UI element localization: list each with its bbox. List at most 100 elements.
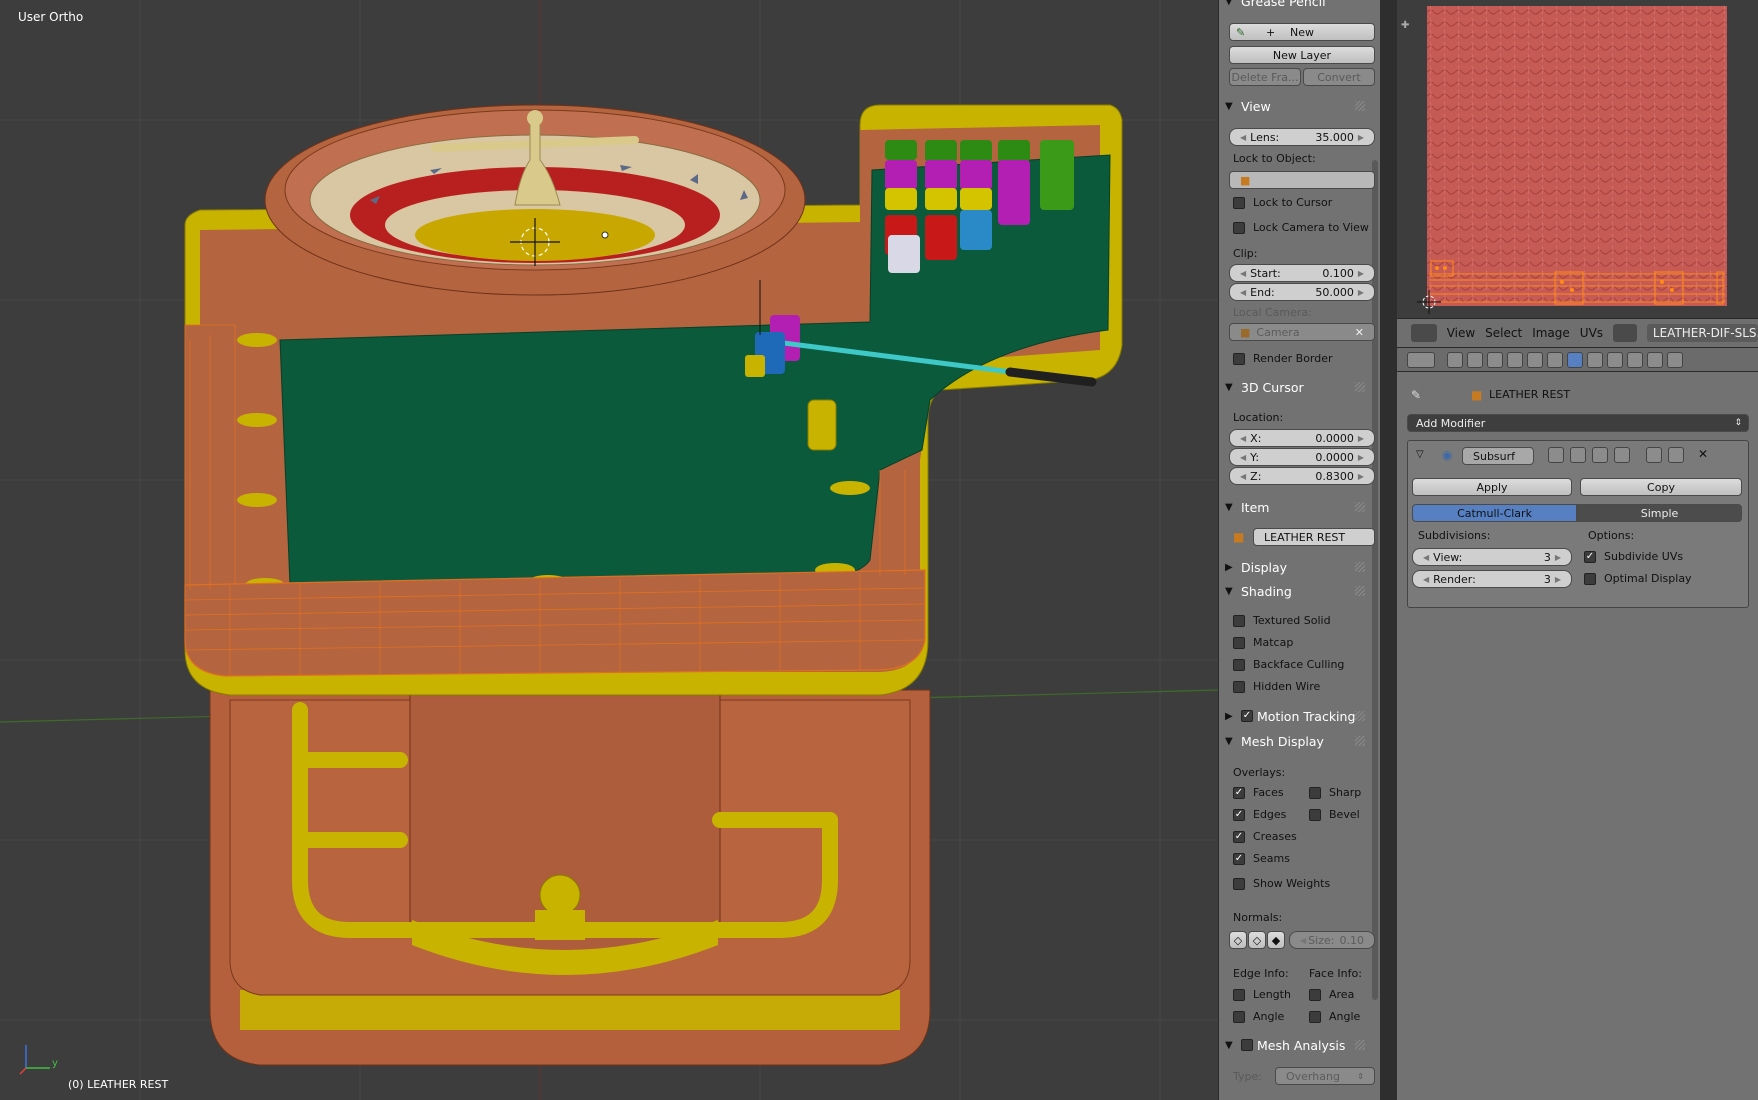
- scene-tab-icon[interactable]: [1487, 352, 1503, 368]
- copy-button[interactable]: Copy: [1580, 478, 1742, 496]
- hidden-wire-checkbox[interactable]: Hidden Wire: [1233, 680, 1320, 693]
- creases-checkbox[interactable]: ✓ Creases: [1233, 830, 1297, 843]
- new-layer-button[interactable]: New Layer: [1229, 46, 1375, 64]
- menu-uvs[interactable]: UVs: [1580, 326, 1603, 340]
- constraints-tab-icon[interactable]: [1547, 352, 1563, 368]
- move-down-icon[interactable]: [1668, 447, 1684, 463]
- shading-panel-header[interactable]: ▼ Shading: [1225, 580, 1367, 602]
- mesh-analysis-header[interactable]: ▼ Mesh Analysis: [1225, 1034, 1367, 1056]
- simple-toggle[interactable]: Simple: [1577, 504, 1742, 522]
- bevel-checkbox[interactable]: Bevel: [1309, 808, 1360, 821]
- cursor-y-field[interactable]: ◀ Y: 0.0000 ▶: [1229, 448, 1375, 466]
- lens-field[interactable]: ◀ Lens: 35.000 ▶: [1229, 128, 1375, 146]
- 3d-viewport[interactable]: User Ortho y (0) LEATHER REST: [0, 0, 1218, 1100]
- collapse-triangle-icon[interactable]: ▽: [1416, 449, 1424, 460]
- item-name-field[interactable]: LEATHER REST: [1253, 528, 1375, 546]
- item-panel-header[interactable]: ▼ Item: [1225, 496, 1367, 518]
- drag-grip-icon[interactable]: [1355, 736, 1365, 746]
- motion-tracking-header[interactable]: ▶ ✓ Motion Tracking: [1225, 705, 1367, 727]
- modifier-viewport-eye-icon[interactable]: [1570, 447, 1586, 463]
- object-tab-icon[interactable]: [1527, 352, 1543, 368]
- analysis-type-dropdown[interactable]: Overhang ⇕: [1275, 1067, 1375, 1085]
- menu-image[interactable]: Image: [1532, 326, 1570, 340]
- cursor-z-field[interactable]: ◀ Z: 0.8300 ▶: [1229, 467, 1375, 485]
- render-border-checkbox[interactable]: Render Border: [1233, 352, 1333, 365]
- subdiv-render-field[interactable]: ◀ Render: 3 ▶: [1412, 570, 1572, 588]
- show-weights-checkbox[interactable]: Show Weights: [1233, 877, 1330, 890]
- drag-grip-icon[interactable]: [1355, 586, 1365, 596]
- modifier-name-field[interactable]: Subsurf: [1462, 447, 1534, 465]
- cursor-x-field[interactable]: ◀ X: 0.0000 ▶: [1229, 429, 1375, 447]
- drag-grip-icon[interactable]: [1355, 101, 1365, 111]
- face-area-checkbox[interactable]: Area: [1309, 988, 1354, 1001]
- loop-normals-icon[interactable]: ◇: [1248, 931, 1266, 949]
- modifier-render-icon[interactable]: [1548, 447, 1564, 463]
- physics-tab-icon[interactable]: [1667, 352, 1683, 368]
- subdiv-view-field[interactable]: ◀ View: 3 ▶: [1412, 548, 1572, 566]
- drag-grip-icon[interactable]: [1355, 562, 1365, 572]
- clip-start-field[interactable]: ◀ Start: 0.100 ▶: [1229, 264, 1375, 282]
- optimal-display-checkbox[interactable]: Optimal Display: [1584, 572, 1692, 585]
- motion-tracking-checkbox[interactable]: ✓: [1241, 710, 1253, 722]
- convert-button[interactable]: Convert: [1303, 68, 1375, 86]
- modifier-editmode-icon[interactable]: [1592, 447, 1608, 463]
- menu-view[interactable]: View: [1447, 326, 1475, 340]
- drag-grip-icon[interactable]: [1355, 382, 1365, 392]
- faces-checkbox[interactable]: ✓ Faces: [1233, 786, 1284, 799]
- grease-pencil-header[interactable]: ▼ Grease Pencil: [1225, 0, 1367, 12]
- drag-grip-icon[interactable]: [1355, 502, 1365, 512]
- modifier-cage-icon[interactable]: [1614, 447, 1630, 463]
- move-up-icon[interactable]: [1646, 447, 1662, 463]
- corner-plus-icon[interactable]: ✚: [1401, 20, 1409, 31]
- backface-culling-checkbox[interactable]: Backface Culling: [1233, 658, 1344, 671]
- mesh-display-header[interactable]: ▼ Mesh Display: [1225, 730, 1367, 752]
- apply-button[interactable]: Apply: [1412, 478, 1572, 496]
- leather-texture-image[interactable]: [1427, 6, 1727, 306]
- modifiers-wrench-icon[interactable]: [1567, 352, 1583, 368]
- world-tab-icon[interactable]: [1507, 352, 1523, 368]
- editor-type-icon[interactable]: [1407, 352, 1435, 368]
- matcap-checkbox[interactable]: Matcap: [1233, 636, 1293, 649]
- mesh-analysis-checkbox[interactable]: [1241, 1039, 1253, 1051]
- display-panel-header[interactable]: ▶ Display: [1225, 556, 1367, 578]
- add-modifier-dropdown[interactable]: Add Modifier ⇕: [1407, 414, 1749, 432]
- lock-object-field[interactable]: ■: [1229, 171, 1375, 189]
- render-layers-tab-icon[interactable]: [1467, 352, 1483, 368]
- texture-tab-icon[interactable]: [1627, 352, 1643, 368]
- edges-checkbox[interactable]: ✓ Edges: [1233, 808, 1286, 821]
- data-tab-icon[interactable]: [1587, 352, 1603, 368]
- subdivide-uvs-checkbox[interactable]: ✓ Subdivide UVs: [1584, 550, 1683, 563]
- edge-angle-checkbox[interactable]: Angle: [1233, 1010, 1284, 1023]
- uv-image-editor[interactable]: ✚: [1397, 0, 1758, 318]
- material-tab-icon[interactable]: [1607, 352, 1623, 368]
- close-icon[interactable]: ✕: [1698, 447, 1708, 461]
- clip-end-field[interactable]: ◀ End: 50.000 ▶: [1229, 283, 1375, 301]
- pin-icon[interactable]: ✎: [1411, 388, 1421, 402]
- view-panel-header[interactable]: ▼ View: [1225, 95, 1367, 117]
- menu-select[interactable]: Select: [1485, 326, 1522, 340]
- seams-checkbox[interactable]: ✓ Seams: [1233, 852, 1290, 865]
- face-angle-checkbox[interactable]: Angle: [1309, 1010, 1360, 1023]
- image-browse-icon[interactable]: [1613, 324, 1637, 342]
- area-divider[interactable]: [1380, 0, 1397, 1100]
- textured-solid-checkbox[interactable]: Textured Solid: [1233, 614, 1331, 627]
- properties-sidebar[interactable]: ▼ Grease Pencil ✎ + New New Layer Delete…: [1218, 0, 1380, 1100]
- lock-camera-checkbox[interactable]: Lock Camera to View: [1233, 221, 1369, 234]
- grease-pencil-new-button[interactable]: ✎ + New: [1229, 23, 1375, 41]
- catmull-clark-toggle[interactable]: Catmull-Clark: [1412, 504, 1577, 522]
- clear-x-icon[interactable]: ✕: [1355, 326, 1364, 339]
- normals-size-field[interactable]: ◀ Size: 0.10: [1289, 931, 1375, 949]
- face-normals-icon[interactable]: ◆: [1267, 931, 1285, 949]
- cursor-panel-header[interactable]: ▼ 3D Cursor: [1225, 376, 1367, 398]
- editor-type-icon[interactable]: [1411, 324, 1437, 342]
- vertex-normals-icon[interactable]: ◇: [1229, 931, 1247, 949]
- lock-to-cursor-checkbox[interactable]: Lock to Cursor: [1233, 196, 1332, 209]
- edge-length-checkbox[interactable]: Length: [1233, 988, 1291, 1001]
- delete-frame-button[interactable]: Delete Fra...: [1229, 68, 1301, 86]
- roulette-table-model[interactable]: [0, 0, 1218, 1100]
- drag-grip-icon[interactable]: [1355, 711, 1365, 721]
- drag-grip-icon[interactable]: [1355, 1040, 1365, 1050]
- render-tab-icon[interactable]: [1447, 352, 1463, 368]
- particles-tab-icon[interactable]: [1647, 352, 1663, 368]
- local-camera-field[interactable]: ■ Camera ✕: [1229, 323, 1375, 341]
